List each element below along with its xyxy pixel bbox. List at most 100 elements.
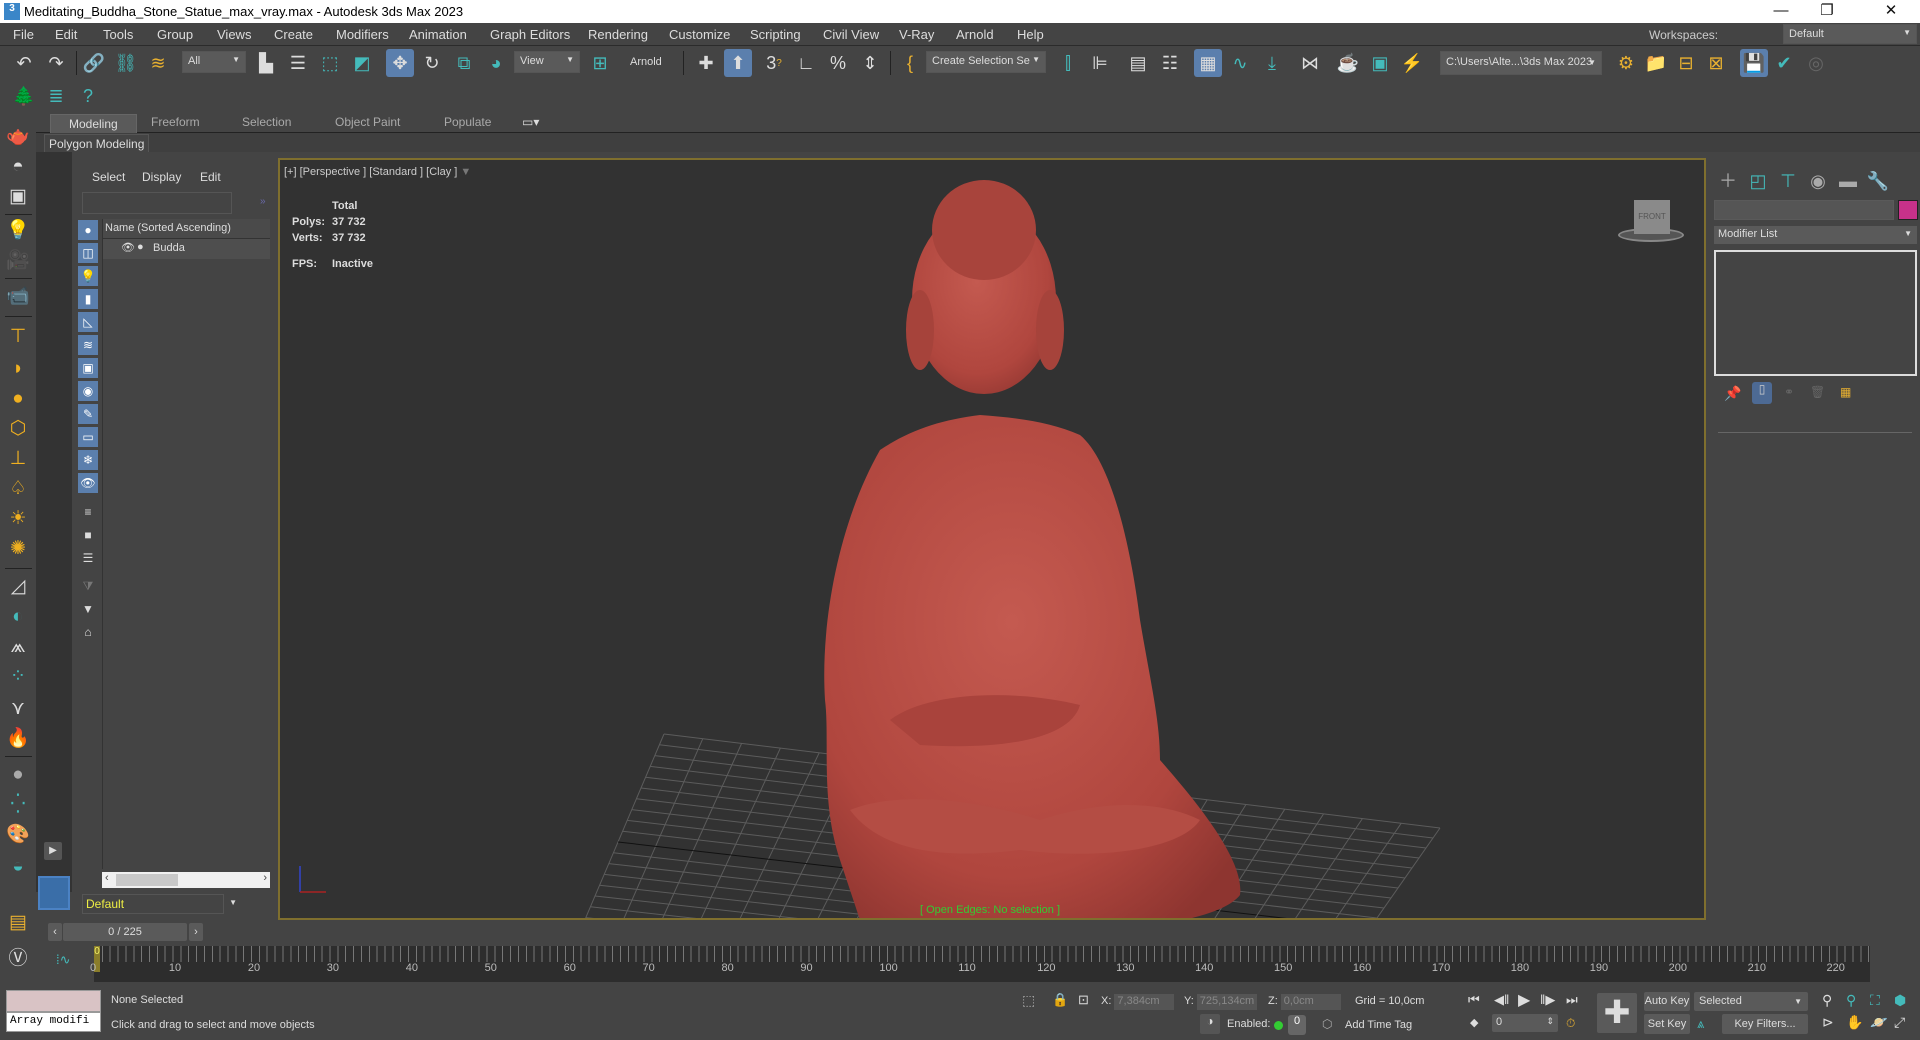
menu-arnold[interactable]: Arnold [956, 27, 994, 42]
scroll-right-icon[interactable]: › [263, 872, 267, 884]
camera-display-icon[interactable]: 🎥 [4, 248, 32, 274]
menu-graph-editors[interactable]: Graph Editors [490, 27, 570, 42]
next-frame-icon[interactable]: ‖▶ [1540, 992, 1555, 1008]
default-in-out-tangents-icon[interactable]: ⩓ [1697, 1016, 1704, 1032]
display-invert-icon[interactable]: ☰ [78, 548, 98, 568]
perspective-viewport[interactable]: [+] [Perspective ] [Standard ] [Clay ] ▼… [278, 158, 1706, 920]
window-crossing-icon[interactable]: ◩ [348, 49, 376, 77]
layer-swatch[interactable] [38, 876, 70, 910]
time-configuration-icon[interactable]: ⏱ [1566, 1016, 1575, 1031]
polygon-modeling-panel[interactable]: Polygon Modeling [44, 134, 150, 154]
select-and-place-icon[interactable]: ◕ [482, 49, 510, 77]
expand-chevron-icon[interactable]: » [260, 196, 266, 207]
set-key-big-button[interactable]: ✚ [1597, 993, 1637, 1033]
add-time-tag[interactable]: Add Time Tag [1345, 1019, 1412, 1031]
history-icon[interactable]: ◎ [1802, 49, 1830, 77]
display-all-icon[interactable]: ≡ [78, 502, 98, 522]
filter-settings-icon[interactable]: ⧩ [78, 576, 98, 596]
set-key-button[interactable]: Set Key [1644, 1014, 1690, 1034]
spotlight-icon[interactable]: ⊤ [4, 324, 32, 350]
time-slider-next[interactable]: › [189, 923, 203, 941]
filter-frozen-icon[interactable]: ❄ [78, 450, 98, 470]
filter-groups-icon[interactable]: ▣ [78, 358, 98, 378]
object-color-swatch[interactable] [1898, 200, 1918, 220]
modifier-list-dropdown[interactable]: Modifier List ▼ [1714, 226, 1917, 244]
object-name-input[interactable] [1714, 200, 1894, 220]
key-mode-dropdown[interactable]: Selected ▼ [1694, 992, 1808, 1011]
y-field[interactable]: 725,134cm [1196, 994, 1257, 1010]
viewcube[interactable]: FRONT [1610, 198, 1690, 248]
menu-create[interactable]: Create [274, 27, 313, 42]
proxy-icon[interactable]: ◿ [4, 574, 32, 600]
close-button[interactable]: ✕ [1868, 0, 1914, 23]
filter-geometry-icon[interactable]: ● [78, 220, 98, 240]
project-hierarchy-icon[interactable]: ⊠ [1702, 49, 1730, 77]
panel-divider[interactable] [1718, 432, 1912, 433]
scroll-left-icon[interactable]: ‹ [105, 872, 109, 884]
expand-arrow-icon[interactable]: ▶ [44, 842, 62, 860]
minimize-button[interactable]: — [1758, 0, 1804, 23]
material-editor-icon[interactable]: ⋈ [1296, 49, 1324, 77]
utilities-tab-icon[interactable]: 🔧 [1864, 167, 1892, 195]
align-icon[interactable]: ⊫ [1086, 49, 1114, 77]
material-sphere-icon[interactable]: ◐ [4, 604, 32, 630]
adaptive-degradation-icon[interactable]: ◑ [1200, 1014, 1220, 1034]
make-unique-icon[interactable]: ⚭ [1784, 385, 1794, 399]
play-icon[interactable]: ▶ [1518, 990, 1530, 1010]
arnold-label[interactable]: Arnold [630, 56, 662, 68]
explorer-horizontal-scrollbar[interactable]: ‹ › [102, 872, 270, 888]
schematic-view-icon[interactable]: ⤓ [1258, 49, 1286, 77]
viewport-label-text[interactable]: [+] [Perspective ] [Standard ] [Clay ] [284, 166, 457, 178]
disc-light-icon[interactable]: ⊥ [4, 446, 32, 472]
layer-explorer-icon[interactable]: ☷ [1156, 49, 1184, 77]
fire-icon[interactable]: 🔥 [4, 726, 32, 752]
track-bar[interactable]: 0 0 10 20 30 40 50 60 70 80 90 100 110 120 130 140 150 1… [90, 946, 1870, 982]
field-of-view-icon[interactable]: ⊳ [1822, 1014, 1834, 1031]
list-icon[interactable]: ≣ [42, 82, 70, 110]
selection-filter-dropdown[interactable]: All ▼ [182, 51, 246, 73]
shape-icon[interactable]: ◓ [4, 154, 32, 180]
spinner-icon[interactable]: ⇕ [1546, 1016, 1554, 1027]
material-browser-icon[interactable]: ⁛ [4, 792, 32, 818]
filter-xrefs-icon[interactable]: ◉ [78, 381, 98, 401]
filter-icon[interactable]: ▼ [78, 599, 98, 619]
render-elements-icon[interactable]: ▤ [4, 910, 32, 936]
configure-modifier-sets-icon[interactable]: ▦ [1840, 385, 1851, 399]
z-field[interactable]: 0,0cm [1280, 994, 1341, 1010]
select-by-name-icon[interactable]: ☰ [284, 49, 312, 77]
v-ray-logo-icon[interactable]: Ⓥ [4, 946, 32, 972]
palette-icon[interactable]: 🎨 [4, 822, 32, 848]
menu-edit[interactable]: Edit [55, 27, 77, 42]
tab-populate[interactable]: Populate [444, 115, 491, 129]
render-production-icon[interactable]: ⚡ [1398, 49, 1426, 77]
select-and-rotate-icon[interactable]: ↻ [418, 49, 446, 77]
edit-named-selection-icon[interactable]: { [896, 49, 924, 77]
scrollbar-thumb[interactable] [116, 874, 178, 886]
curve-editor-icon[interactable]: ∿ [1226, 49, 1254, 77]
filter-space-warps-icon[interactable]: ≋ [78, 335, 98, 355]
fur-icon[interactable]: ⩕ [4, 634, 32, 660]
time-tag-toggle[interactable]: 0 [1288, 1015, 1306, 1035]
workspaces-dropdown[interactable]: Default ▼ [1783, 24, 1917, 44]
selection-lock-icon[interactable]: 🔒 [1052, 992, 1068, 1008]
buddha-statue[interactable] [280, 160, 1706, 920]
sphere-light-icon[interactable]: ● [4, 386, 32, 412]
tab-object-paint[interactable]: Object Paint [335, 115, 400, 129]
layer-dropdown[interactable]: Default ▼ [82, 894, 237, 914]
toggle-ribbon-icon[interactable]: ▦ [1194, 49, 1222, 77]
menu-v-ray[interactable]: V-Ray [899, 27, 934, 42]
x-field[interactable]: 7,384cm [1114, 994, 1175, 1010]
filter-hidden-icon[interactable]: 👁 [78, 473, 98, 493]
filter-bones-icon[interactable]: ✎ [78, 404, 98, 424]
ies-light-icon[interactable]: ♤ [4, 476, 32, 502]
instancer-icon[interactable]: ⁘ [4, 664, 32, 690]
menu-group[interactable]: Group [157, 27, 193, 42]
layer-icon[interactable]: ⌂ [78, 622, 98, 642]
render-setup-icon[interactable]: ☕ [1334, 49, 1362, 77]
current-frame-field[interactable]: 0 ⇕ [1492, 1014, 1558, 1032]
light-icon[interactable]: 💡 [4, 218, 32, 244]
filter-lights-icon[interactable]: 💡 [78, 266, 98, 286]
check-icon[interactable]: ✔ [1770, 49, 1798, 77]
menu-animation[interactable]: Animation [409, 27, 467, 42]
go-to-end-icon[interactable]: ⏭ [1566, 992, 1578, 1008]
